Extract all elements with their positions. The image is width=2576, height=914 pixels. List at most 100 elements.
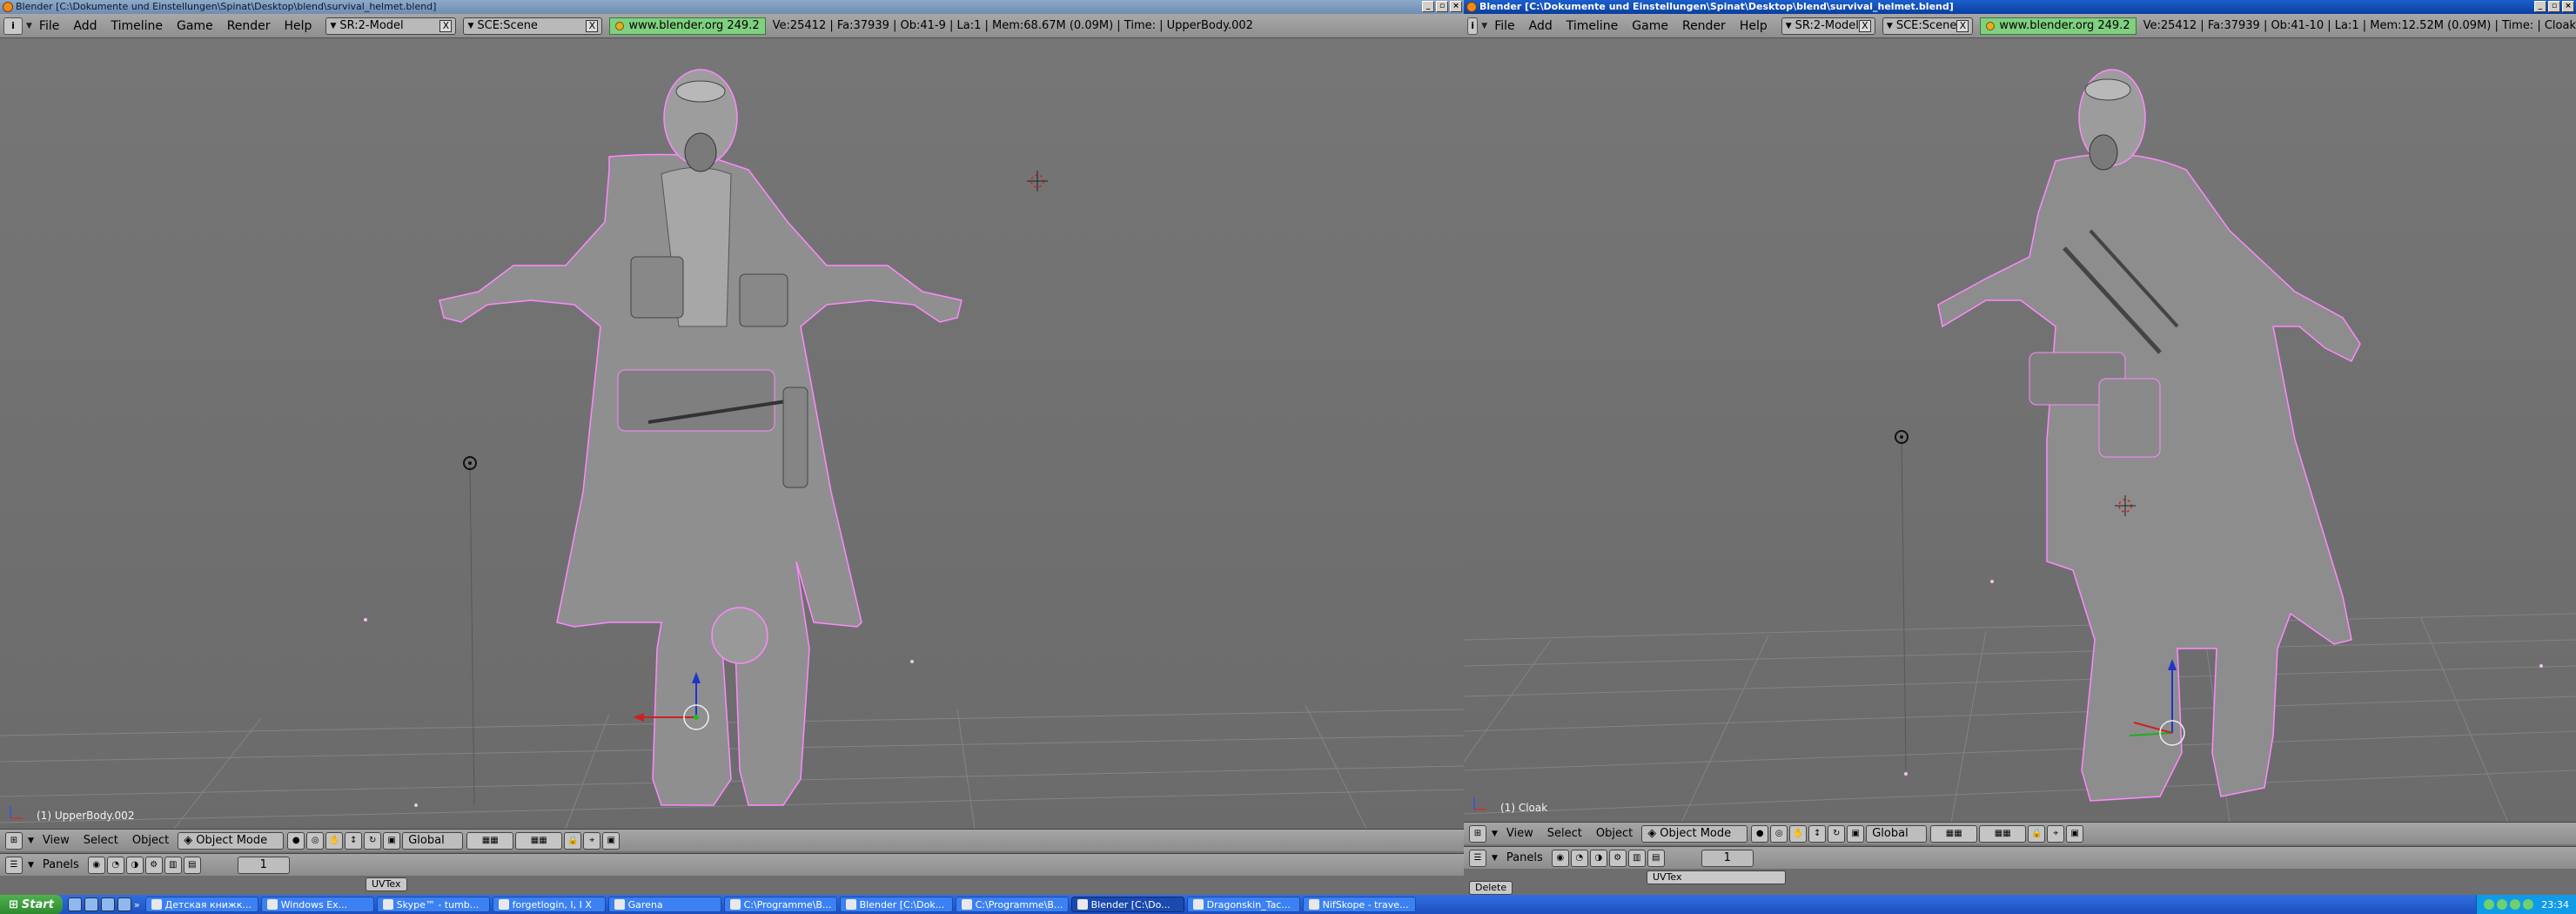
taskbar-item[interactable]: Детская книжк...	[144, 897, 258, 912]
close-icon[interactable]: X	[586, 19, 599, 32]
tray-icon[interactable]	[2510, 899, 2521, 910]
character-model[interactable]	[1937, 69, 2361, 802]
volume-icon[interactable]	[2523, 899, 2534, 910]
quicklaunch-icon[interactable]	[100, 897, 115, 911]
menu-object[interactable]: Object	[132, 834, 169, 847]
manipulator-toggle-icon[interactable]: ✋	[1789, 824, 1808, 843]
render-icon[interactable]: ▣	[602, 831, 621, 850]
maximize-button[interactable]: ▫	[1436, 1, 1448, 12]
scale-icon[interactable]: ▣	[383, 831, 401, 850]
editor-type-icon[interactable]: i	[3, 17, 23, 35]
mode-selector[interactable]: ◈ Object Mode	[1641, 824, 1748, 843]
layer-buttons-icon[interactable]: ▦▦	[1930, 824, 1978, 843]
taskbar-item[interactable]: forgetlogin, I, I X	[492, 897, 606, 912]
minimize-button[interactable]: _	[1422, 1, 1434, 12]
snap-icon[interactable]: ⌖	[2047, 824, 2065, 843]
editor-type-icon[interactable]: i	[1467, 17, 1479, 35]
delete-button[interactable]: Delete	[1469, 881, 1513, 895]
menu-view[interactable]: View	[1506, 827, 1533, 840]
close-icon[interactable]: X	[1956, 19, 1969, 32]
object-context-icon[interactable]: ⚙	[1608, 849, 1627, 867]
menu-add[interactable]: Add	[73, 19, 97, 33]
quicklaunch-icon[interactable]	[67, 897, 82, 911]
uvtex-tab[interactable]: UVTex	[1647, 870, 1786, 884]
translate-icon[interactable]: ↕	[345, 831, 363, 850]
lock-icon[interactable]: 🔒	[564, 831, 582, 850]
lock-icon[interactable]: 🔒	[2028, 824, 2046, 843]
logic-icon[interactable]: ◉	[87, 856, 105, 874]
orientation-selector[interactable]: Global	[1866, 824, 1928, 843]
buttons-window-icon[interactable]: ☰	[5, 856, 23, 874]
blender-url[interactable]: www.blender.org 249.2	[1980, 17, 2137, 35]
script-icon[interactable]: ◔	[1570, 849, 1588, 867]
editing-context-icon[interactable]: ▥	[1627, 849, 1646, 867]
rotate-icon[interactable]: ↻	[364, 831, 382, 850]
taskbar-item-active[interactable]: Blender [C:\Do...	[1070, 897, 1184, 912]
menu-help[interactable]: Help	[285, 19, 312, 33]
close-button[interactable]: ×	[1450, 1, 1462, 12]
menu-timeline[interactable]: Timeline	[1566, 19, 1619, 33]
screen-selector[interactable]: ▼ SR:2-Model X	[325, 17, 457, 35]
menu-select[interactable]: Select	[84, 834, 118, 847]
start-button[interactable]: ⊞ Start	[0, 895, 63, 914]
menu-view[interactable]: View	[43, 834, 70, 847]
quicklaunch-icon[interactable]	[84, 897, 98, 911]
taskbar-item[interactable]: Dragonskin_Tac...	[1186, 897, 1300, 912]
taskbar-item[interactable]: Blender [C:\Dok...	[839, 897, 953, 912]
layer-buttons-icon[interactable]: ▦▦	[466, 831, 514, 850]
scene-selector[interactable]: ▼ SCE:Scene X	[1882, 17, 1974, 35]
collapse-arrow-icon[interactable]: ▼	[26, 22, 32, 30]
3d-viewport[interactable]: (1) UpperBody.002	[0, 39, 1464, 829]
scene-browse-icon[interactable]: ▼	[1887, 22, 1893, 30]
view-type-icon[interactable]: ⊞	[5, 831, 23, 850]
title-bar[interactable]: Blender [C:\Dokumente und Einstellungen\…	[1464, 0, 2576, 14]
menu-file[interactable]: File	[39, 19, 59, 33]
menu-game[interactable]: Game	[177, 19, 213, 33]
menu-panels[interactable]: Panels	[43, 858, 79, 871]
snap-icon[interactable]: ⌖	[583, 831, 601, 850]
rotate-icon[interactable]: ↻	[1828, 824, 1846, 843]
taskbar-item[interactable]: NifSkope - trave...	[1302, 897, 1416, 912]
menu-game[interactable]: Game	[1632, 19, 1668, 33]
menu-help[interactable]: Help	[1740, 19, 1768, 33]
scene-context-icon[interactable]: ▤	[1647, 849, 1665, 867]
menu-timeline[interactable]: Timeline	[111, 19, 163, 33]
taskbar-item[interactable]: Garena	[607, 897, 721, 912]
mode-selector[interactable]: ◈ Object Mode	[178, 831, 285, 850]
3d-viewport[interactable]: (1) Cloak	[1464, 39, 2576, 823]
scene-selector[interactable]: ▼ SCE:Scene X	[463, 17, 603, 35]
collapse-arrow-icon[interactable]: ▼	[1492, 854, 1498, 863]
menu-select[interactable]: Select	[1547, 827, 1582, 840]
layer-buttons-icon[interactable]: ▦▦	[515, 831, 563, 850]
scale-icon[interactable]: ▣	[1847, 824, 1865, 843]
menu-render[interactable]: Render	[1682, 19, 1726, 33]
collapse-arrow-icon[interactable]: ▼	[1481, 22, 1487, 30]
layer-buttons-icon[interactable]: ▦▦	[1979, 824, 2027, 843]
collapse-arrow-icon[interactable]: ▼	[1492, 830, 1498, 838]
collapse-arrow-icon[interactable]: ▼	[28, 861, 34, 870]
pivot-icon[interactable]: ◎	[1770, 824, 1788, 843]
taskbar-item[interactable]: Skype™ - tumb...	[376, 897, 490, 912]
menu-add[interactable]: Add	[1529, 19, 1553, 33]
frame-field[interactable]: 1	[1701, 849, 1754, 867]
close-icon[interactable]: X	[439, 19, 453, 32]
minimize-button[interactable]: _	[2534, 1, 2546, 12]
close-button[interactable]: ×	[2562, 1, 2574, 12]
menu-file[interactable]: File	[1494, 19, 1514, 33]
screen-selector[interactable]: ▼ SR:2-Model X	[1781, 17, 1875, 35]
maximize-button[interactable]: ▫	[2548, 1, 2560, 12]
taskbar-item[interactable]: C:\Programme\B...	[955, 897, 1069, 912]
logic-icon[interactable]: ◉	[1551, 849, 1569, 867]
quicklaunch-icon[interactable]	[117, 897, 131, 911]
menu-render[interactable]: Render	[227, 19, 271, 33]
shading-icon[interactable]: ●	[287, 831, 305, 850]
title-bar[interactable]: Blender [C:\Dokumente und Einstellungen\…	[0, 0, 1464, 14]
menu-panels[interactable]: Panels	[1506, 851, 1543, 864]
orientation-selector[interactable]: Global	[402, 831, 464, 850]
tray-icon[interactable]	[2497, 899, 2508, 910]
taskbar-item[interactable]: C:\Programme\B...	[723, 897, 837, 912]
collapse-arrow-icon[interactable]: ▼	[28, 837, 34, 845]
3d-cursor-icon[interactable]	[1027, 171, 1048, 192]
buttons-window-icon[interactable]: ☰	[1469, 849, 1486, 867]
object-context-icon[interactable]: ⚙	[144, 856, 163, 874]
